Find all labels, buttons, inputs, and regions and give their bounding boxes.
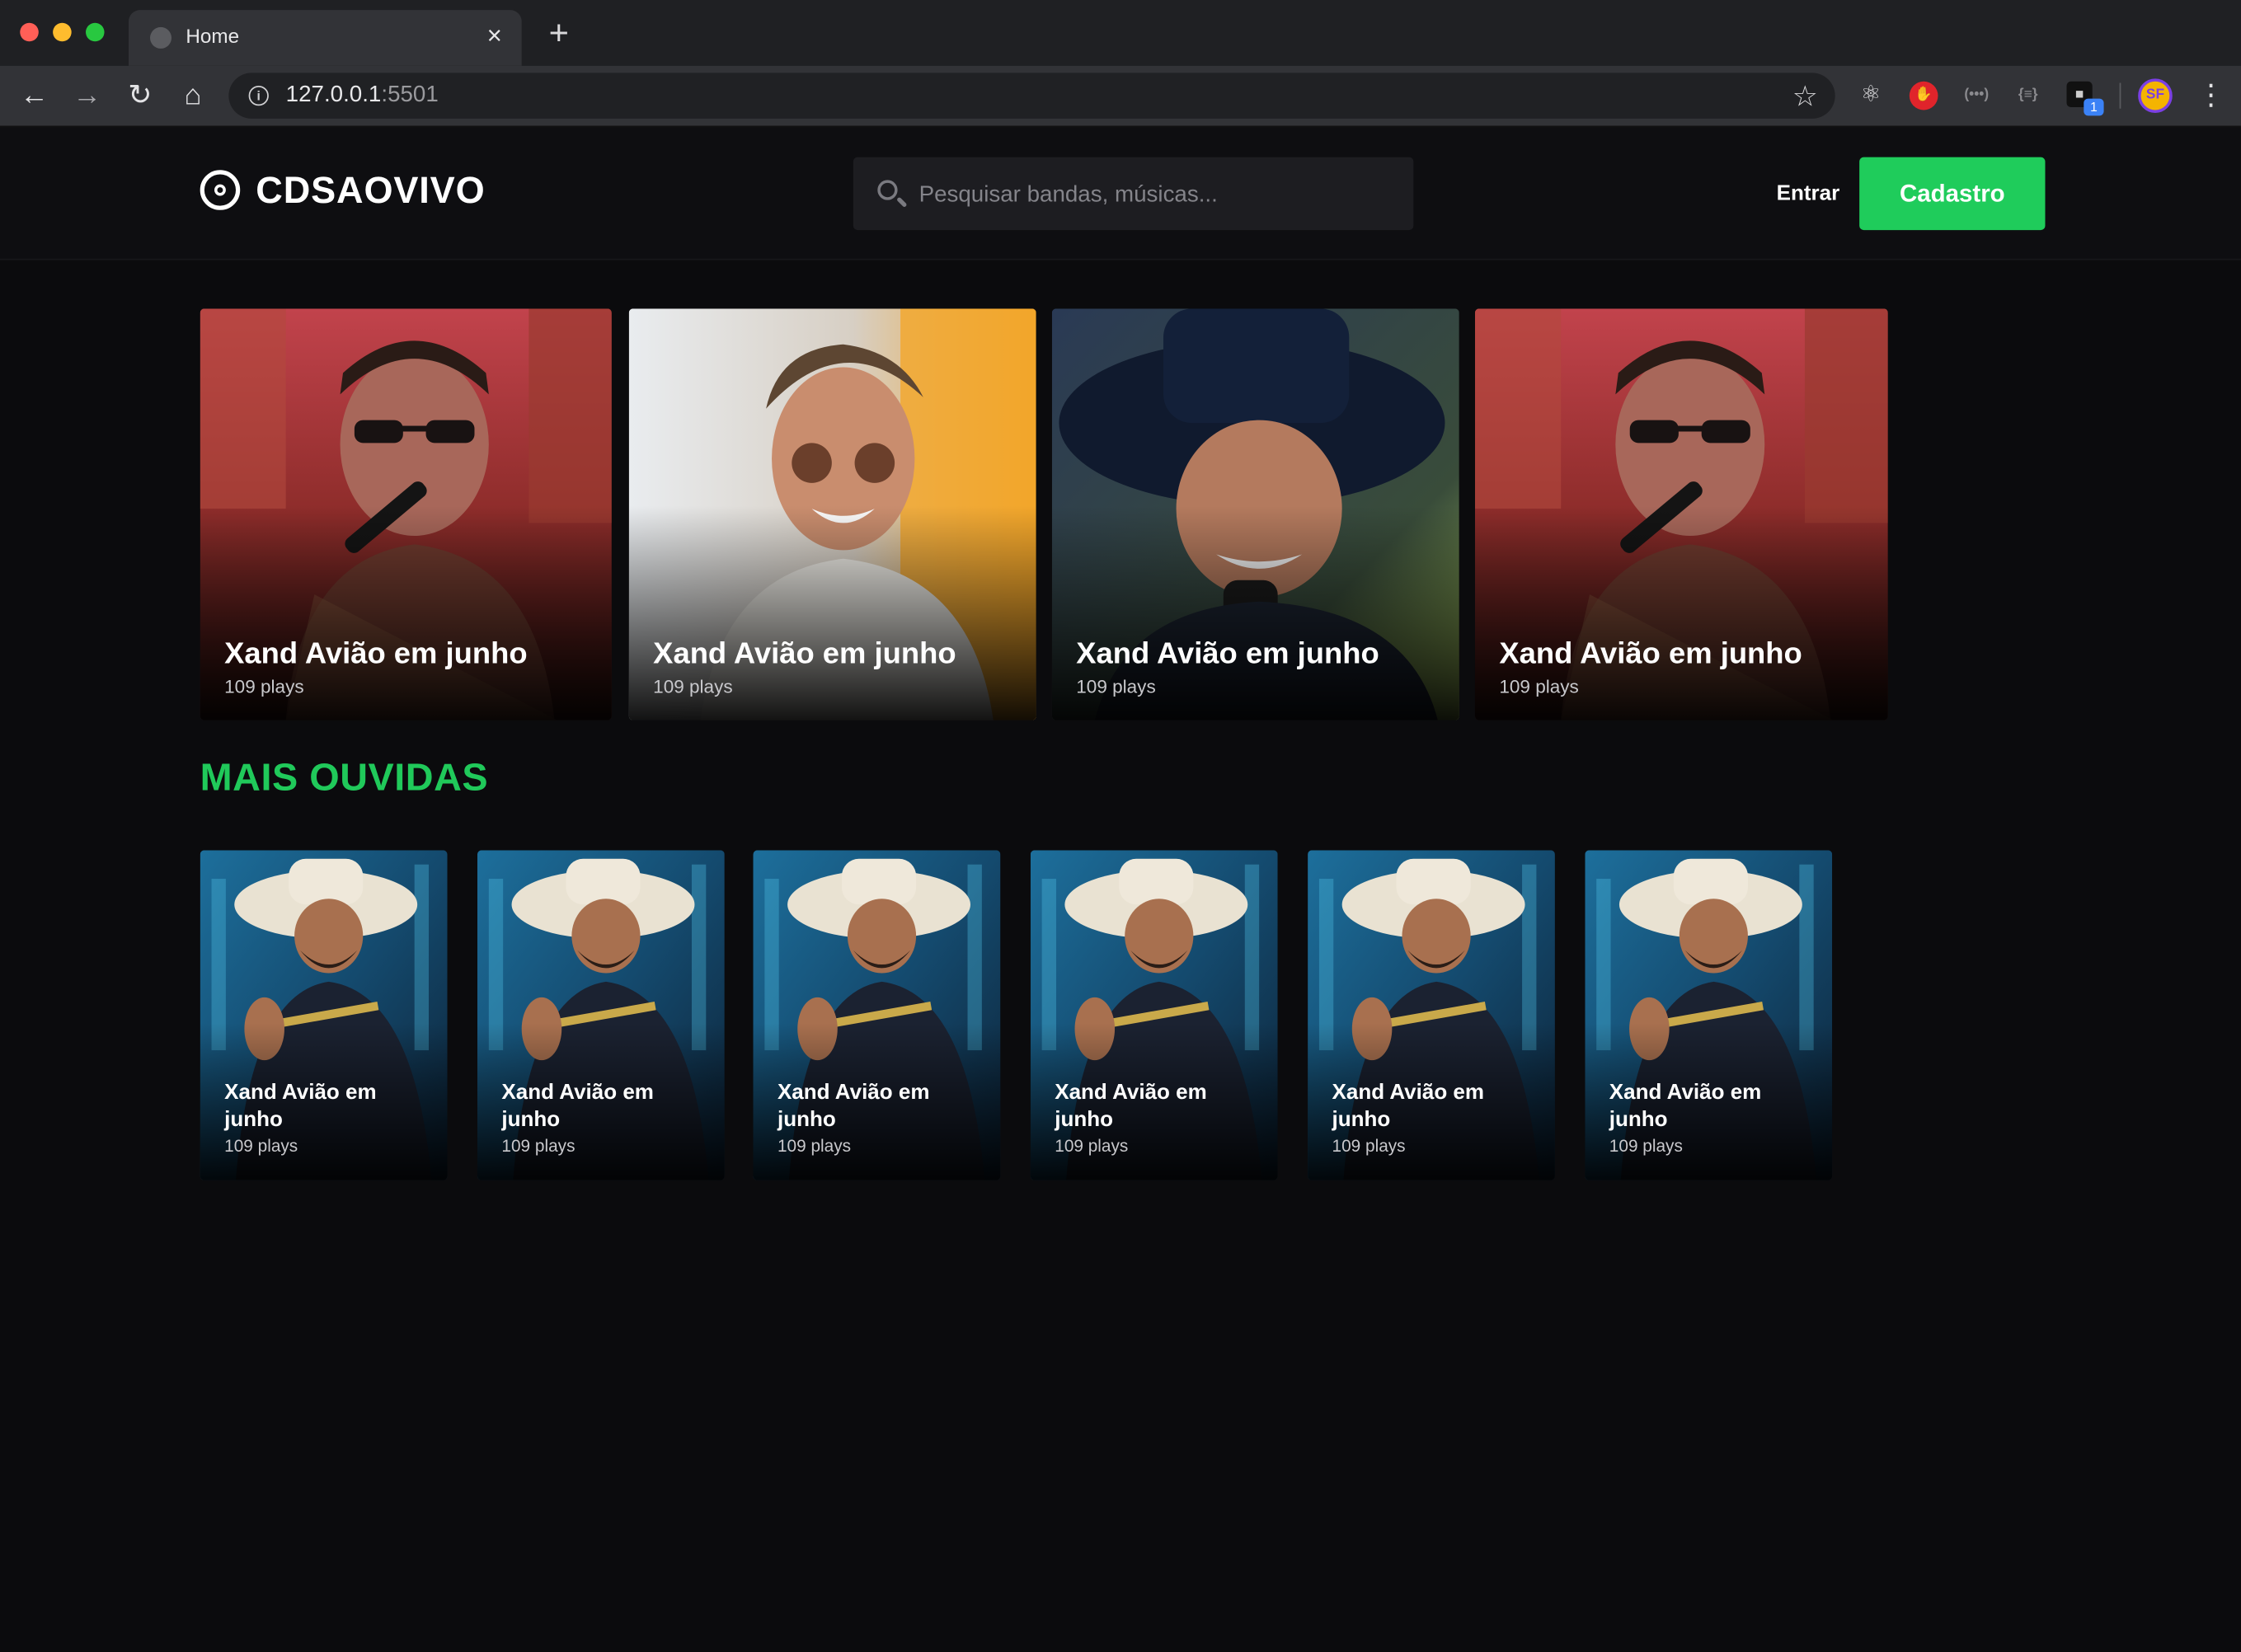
adblock-icon[interactable]: ✋ [1909,81,1938,110]
extension-icon[interactable]: {≡} [2013,82,2042,110]
reload-icon[interactable]: ↻ [121,77,158,115]
close-window-button[interactable] [20,22,39,42]
featured-card[interactable]: Xand Avião em junho 109 plays [1474,308,1888,720]
card-plays: 109 plays [1499,675,1579,697]
extension-badge: 1 [2084,98,2104,116]
card-title: Xand Avião em junho [224,637,528,670]
logo[interactable]: CDSAOVIVO [200,166,486,214]
card-plays: 109 plays [1332,1136,1406,1157]
card-plays: 109 plays [224,1136,298,1157]
url-port: :5501 [381,82,439,108]
forward-icon[interactable]: → [68,77,106,115]
globe-icon [150,26,172,49]
minimize-window-button[interactable] [53,22,72,42]
browser-tab-bar: Home × + [0,0,2241,66]
card-title: Xand Avião em junho [653,637,956,670]
url-host: 127.0.0.1 [285,82,382,108]
avatar[interactable]: SF [2138,78,2173,113]
logo-text: CDSAOVIVO [256,167,486,211]
search-box[interactable] [853,157,1414,233]
address-url[interactable]: 127.0.0.1:5501 [286,83,439,109]
extension-icon[interactable]: (•••) [1962,82,1991,110]
menu-icon[interactable]: ⋮ [2196,77,2225,115]
card-plays: 109 plays [224,675,304,697]
back-icon[interactable]: ← [16,77,53,115]
card-title: Xand Avião em junho [1055,1080,1207,1132]
card-title: Xand Avião em junho [777,1080,930,1132]
address-bar[interactable]: i 127.0.0.1:5501 ☆ [228,73,1835,119]
most-played-card[interactable]: Xand Avião em junho 109 plays [477,850,725,1180]
featured-card[interactable]: Xand Avião em junho 109 plays [200,308,612,720]
divider [2119,82,2121,109]
react-devtools-icon[interactable]: ⚛ [1857,82,1886,110]
page: Home × + ← → ↻ ⌂ i 127.0.0.1:5501 ☆ ⚛ ✋ … [0,0,2241,1652]
card-plays: 109 plays [777,1136,852,1157]
home-icon[interactable]: ⌂ [174,77,211,115]
new-tab-button[interactable]: + [543,16,575,52]
card-title: Xand Avião em junho [501,1080,654,1132]
card-plays: 109 plays [653,675,733,697]
maximize-window-button[interactable] [86,22,105,42]
info-icon[interactable]: i [248,86,269,106]
card-title: Xand Avião em junho [1076,637,1379,670]
tab-title: Home [186,24,240,48]
site-header: CDSAOVIVO Entrar Cadastro [0,127,2241,260]
most-played-card[interactable]: Xand Avião em junho 109 plays [753,850,1001,1180]
star-icon[interactable]: ☆ [1792,78,1818,114]
most-played-card[interactable]: Xand Avião em junho 109 plays [1030,850,1278,1180]
search-icon [877,180,898,200]
most-played-card[interactable]: Xand Avião em junho 109 plays [1308,850,1555,1180]
card-plays: 109 plays [1076,675,1156,697]
disc-icon [200,170,241,210]
card-title: Xand Avião em junho [1609,1080,1762,1132]
card-plays: 109 plays [1609,1136,1683,1157]
login-link[interactable]: Entrar [1777,181,1840,205]
card-title: Xand Avião em junho [224,1080,377,1132]
signup-button[interactable]: Cadastro [1859,157,2046,231]
section-title: MAIS OUVIDAS [200,755,489,799]
card-plays: 109 plays [1055,1136,1129,1157]
card-title: Xand Avião em junho [1499,637,1802,670]
browser-tab[interactable]: Home × [129,10,522,66]
card-title: Xand Avião em junho [1332,1080,1485,1132]
close-tab-icon[interactable]: × [482,20,507,51]
most-played-card[interactable]: Xand Avião em junho 109 plays [200,850,448,1180]
card-plays: 109 plays [501,1136,576,1157]
featured-card[interactable]: Xand Avião em junho 109 plays [1051,308,1459,720]
browser-toolbar: ← → ↻ ⌂ i 127.0.0.1:5501 ☆ ⚛ ✋ (•••) {≡}… [0,65,2241,128]
search-input[interactable] [916,157,1408,233]
featured-card[interactable]: Xand Avião em junho 109 plays [628,308,1036,720]
most-played-card[interactable]: Xand Avião em junho 109 plays [1585,850,1833,1180]
